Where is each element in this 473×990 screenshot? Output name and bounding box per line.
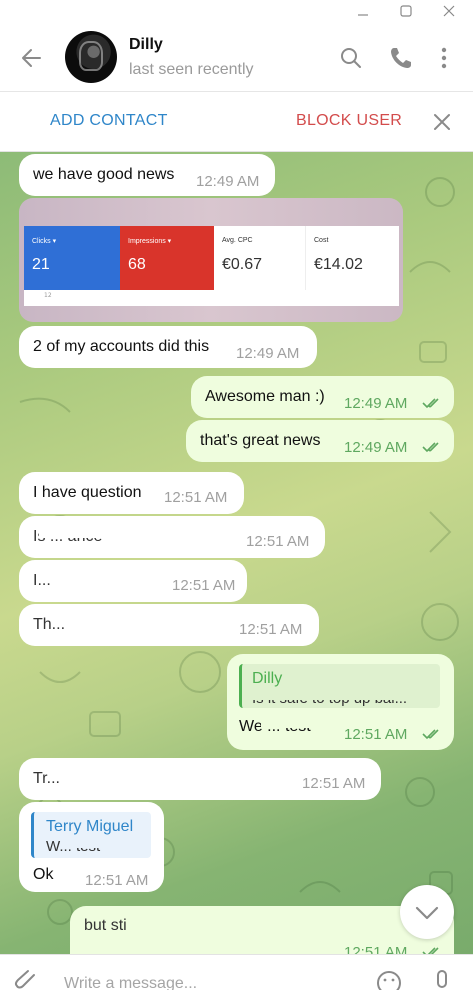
metric-clicks: Clicks ▾ 21: [24, 226, 120, 290]
message-bubble[interactable]: Is ... ance 12:51 AM: [19, 516, 325, 558]
message-text: 2 of my accounts did this: [33, 338, 210, 355]
reply-author: Terry Miguel: [46, 818, 134, 835]
reply-quote[interactable]: Dilly Is it safe to top up bal...: [239, 664, 440, 708]
close-window-button[interactable]: [431, 0, 467, 22]
message-text: Awesome man :): [205, 388, 325, 405]
metric-label: Cost: [314, 237, 329, 244]
scroll-to-bottom-button[interactable]: [400, 885, 454, 939]
message-composer: Write a message...: [0, 954, 473, 990]
ads-metrics-screenshot: Clicks ▾ 21 Impressions ▾ 68 Avg. CPC €0…: [24, 226, 399, 306]
metric-value: 68: [128, 256, 146, 273]
message-text: Ok: [33, 866, 54, 883]
redaction-mark: [126, 918, 340, 930]
message-bubble[interactable]: 2 of my accounts did this 12:49 AM: [19, 326, 317, 368]
metric-value: €14.02: [314, 256, 363, 273]
contact-status: last seen recently: [129, 61, 254, 78]
redaction-mark: [51, 768, 287, 780]
message-text: I have question: [33, 484, 142, 501]
message-time: 12:51 AM: [246, 533, 310, 550]
message-bubble[interactable]: Th... 12:51 AM: [19, 604, 319, 646]
message-bubble[interactable]: but still ... that won't be issues 12:51…: [70, 906, 454, 954]
redaction-mark: [55, 614, 239, 626]
message-text: that's great news: [200, 432, 321, 449]
metric-label: Avg. CPC: [222, 237, 253, 244]
message-text: we have good news: [33, 166, 175, 183]
emoji-icon[interactable]: [376, 969, 402, 990]
maximize-window-button[interactable]: [388, 0, 424, 22]
message-time: 12:49 AM: [236, 345, 300, 362]
message-time: 12:49 AM: [196, 173, 260, 190]
redaction-mark: [41, 570, 165, 582]
message-time: 12:51 AM: [302, 775, 366, 792]
redaction-mark: [82, 938, 152, 950]
message-bubble[interactable]: I... 12:51 AM: [19, 560, 247, 602]
message-bubble[interactable]: Awesome man :) 12:49 AM: [191, 376, 454, 418]
metric-label: Clicks ▾: [32, 238, 57, 245]
message-bubble[interactable]: I have question 12:51 AM: [19, 472, 244, 514]
message-bubble[interactable]: we have good news 12:49 AM: [19, 154, 275, 196]
message-time: 12:49 AM: [344, 439, 408, 456]
double-check-icon: [422, 398, 439, 409]
double-check-icon: [422, 947, 439, 954]
paperclip-icon[interactable]: [14, 969, 40, 990]
redaction-mark: [66, 840, 116, 848]
phone-icon[interactable]: [388, 45, 414, 71]
back-arrow-icon[interactable]: [18, 44, 46, 72]
message-bubble[interactable]: Dilly Is it safe to top up bal... We ...…: [227, 654, 454, 750]
message-time: 12:51 AM: [85, 872, 149, 889]
metric-cost: Cost €14.02: [306, 226, 399, 290]
message-bubble[interactable]: Terry Miguel W... test Ok 12:51 AM: [19, 802, 164, 892]
add-contact-button[interactable]: ADD CONTACT: [50, 112, 168, 130]
redaction-mark: [261, 716, 315, 728]
message-time: 12:49 AM: [344, 395, 408, 412]
more-vertical-icon[interactable]: [432, 45, 458, 71]
chat-header: Dilly last seen recently: [0, 22, 473, 92]
microphone-icon[interactable]: [430, 967, 454, 990]
message-input[interactable]: Write a message...: [64, 975, 197, 990]
axis-label: 12: [44, 292, 52, 299]
close-bar-icon[interactable]: [431, 111, 453, 133]
double-check-icon: [422, 729, 439, 740]
metric-label: Impressions ▾: [128, 238, 172, 245]
avatar[interactable]: [65, 31, 117, 83]
image-message[interactable]: Clicks ▾ 21 Impressions ▾ 68 Avg. CPC €0…: [19, 198, 403, 322]
message-time: 12:51 AM: [172, 577, 236, 594]
contact-name[interactable]: Dilly: [129, 36, 163, 54]
double-check-icon: [422, 442, 439, 453]
metric-impressions: Impressions ▾ 68: [120, 226, 214, 290]
message-time: 12:51 AM: [344, 726, 408, 743]
chevron-down-icon: [415, 906, 439, 920]
metric-value: €0.67: [222, 256, 263, 273]
reply-author: Dilly: [252, 670, 283, 687]
search-icon[interactable]: [338, 45, 364, 71]
message-time: 12:51 AM: [239, 621, 303, 638]
message-time: 12:51 AM: [344, 944, 408, 954]
window-titlebar: [0, 0, 473, 22]
metric-value: 21: [32, 256, 50, 273]
block-user-button[interactable]: BLOCK USER: [296, 112, 402, 130]
redaction-mark: [252, 692, 402, 700]
message-bubble[interactable]: Tr... 12:51 AM: [19, 758, 381, 800]
minimize-icon: [358, 14, 368, 16]
redaction-mark: [39, 526, 235, 538]
contact-action-bar: ADD CONTACT BLOCK USER: [0, 92, 473, 152]
minimize-window-button[interactable]: [345, 0, 381, 22]
message-time: 12:51 AM: [164, 489, 228, 506]
reply-quote[interactable]: Terry Miguel W... test: [31, 812, 151, 858]
maximize-icon: [400, 5, 412, 17]
message-bubble[interactable]: that's great news 12:49 AM: [186, 420, 454, 462]
metric-avg-cpc: Avg. CPC €0.67: [214, 226, 306, 290]
close-icon: [443, 5, 455, 17]
chat-area[interactable]: we have good news 12:49 AM Clicks ▾ 21 I…: [0, 152, 473, 954]
